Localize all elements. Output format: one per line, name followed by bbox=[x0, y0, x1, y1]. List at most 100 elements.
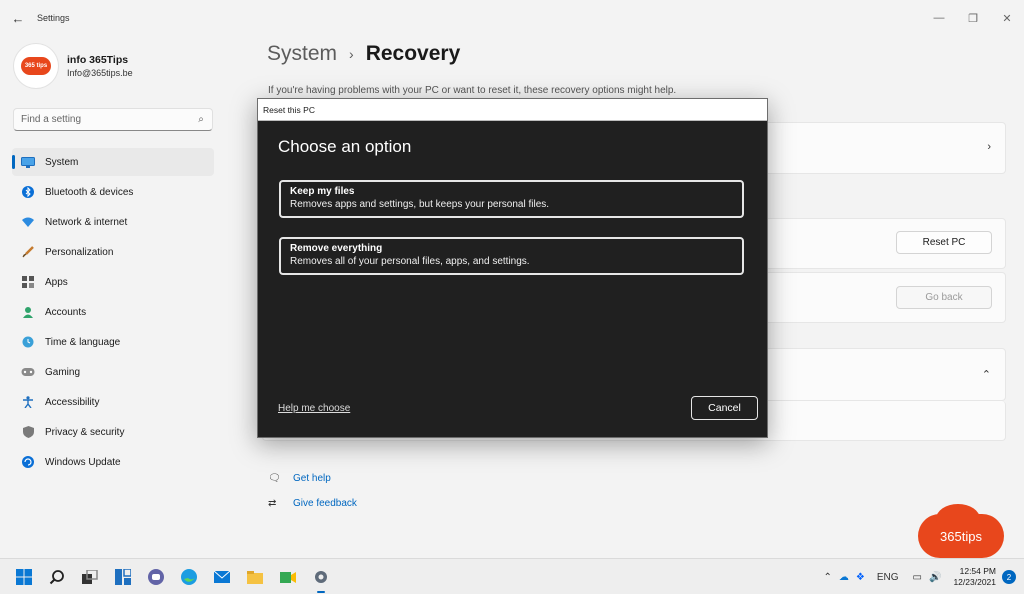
option-title: Remove everything bbox=[290, 243, 383, 254]
sidebar-item-label: Windows Update bbox=[45, 456, 121, 468]
cancel-button[interactable]: Cancel bbox=[691, 396, 758, 420]
language-indicator[interactable]: ENG bbox=[877, 572, 899, 583]
person-icon bbox=[20, 304, 36, 320]
avatar: 365 tips bbox=[14, 44, 58, 88]
sidebar-item-label: System bbox=[45, 156, 79, 168]
edge-icon[interactable] bbox=[177, 565, 201, 589]
notification-badge[interactable]: 2 bbox=[1002, 570, 1016, 584]
close-icon[interactable]: ✕ bbox=[990, 0, 1024, 36]
breadcrumb-parent[interactable]: System bbox=[267, 42, 337, 66]
minimize-icon[interactable]: — bbox=[922, 0, 956, 36]
back-arrow-icon: ← bbox=[11, 10, 25, 26]
accessibility-icon bbox=[20, 394, 36, 410]
page-description: If you're having problems with your PC o… bbox=[268, 85, 677, 96]
sidebar-item-label: Accounts bbox=[45, 306, 87, 318]
dropbox-icon[interactable]: ❖ bbox=[856, 572, 865, 583]
sidebar-item-label: Bluetooth & devices bbox=[45, 186, 134, 198]
give-feedback-label: Give feedback bbox=[293, 498, 357, 509]
windows-start-icon[interactable] bbox=[12, 565, 36, 589]
sidebar-item-label: Apps bbox=[45, 276, 68, 288]
display-icon[interactable]: ▭ bbox=[913, 572, 922, 583]
watermark-text: 365tips bbox=[940, 528, 982, 544]
sidebar-item-label: Personalization bbox=[45, 246, 114, 258]
feedback-icon: ⇄ bbox=[268, 498, 277, 509]
back-button[interactable]: ← bbox=[0, 0, 36, 36]
chevron-right-icon: › bbox=[987, 141, 991, 153]
monitor-icon bbox=[20, 154, 36, 170]
profile-email: Info@365tips.be bbox=[67, 68, 133, 78]
sidebar-item-bluetooth[interactable]: Bluetooth & devices bbox=[12, 178, 214, 206]
wifi-icon bbox=[20, 214, 36, 230]
sidebar-item-label: Time & language bbox=[45, 336, 121, 348]
search-box[interactable]: ⌕ bbox=[13, 108, 213, 131]
keep-my-files-option[interactable]: Keep my files Removes apps and settings,… bbox=[279, 180, 744, 218]
dialog-title-bar: Reset this PC bbox=[258, 99, 767, 121]
search-icon[interactable]: ⌕ bbox=[190, 114, 212, 125]
sidebar-item-label: Network & internet bbox=[45, 216, 128, 228]
sidebar-item-personalization[interactable]: Personalization bbox=[12, 238, 214, 266]
sidebar-item-label: Privacy & security bbox=[45, 426, 125, 438]
option-description: Removes apps and settings, but keeps you… bbox=[290, 199, 550, 210]
gamepad-icon bbox=[20, 364, 36, 380]
sidebar-item-gaming[interactable]: Gaming bbox=[12, 358, 214, 386]
settings-icon[interactable] bbox=[309, 565, 333, 593]
taskbar-apps bbox=[12, 565, 342, 593]
help-chat-icon: 🗨 bbox=[268, 473, 281, 484]
app-title: Settings bbox=[37, 13, 70, 23]
sidebar-item-privacy[interactable]: Privacy & security bbox=[12, 418, 214, 446]
reset-pc-dialog: Reset this PC Choose an option Keep my f… bbox=[257, 98, 768, 438]
taskbar: ⌃ ☁ ❖ ENG ▭ 🔊 12:54 PM 12/23/2021 2 bbox=[0, 558, 1024, 594]
help-me-choose-link[interactable]: Help me choose bbox=[278, 403, 350, 414]
go-back-button[interactable]: Go back bbox=[896, 286, 992, 309]
clock[interactable]: 12:54 PM 12/23/2021 bbox=[953, 566, 996, 588]
option-title: Keep my files bbox=[290, 186, 355, 197]
profile-name: info 365Tips bbox=[67, 54, 129, 66]
option-description: Removes all of your personal files, apps… bbox=[290, 256, 530, 267]
task-view-icon[interactable] bbox=[78, 565, 102, 589]
sidebar-item-accessibility[interactable]: Accessibility bbox=[12, 388, 214, 416]
clock-date: 12/23/2021 bbox=[953, 577, 996, 587]
sidebar-item-time-language[interactable]: Time & language bbox=[12, 328, 214, 356]
sidebar-item-accounts[interactable]: Accounts bbox=[12, 298, 214, 326]
onedrive-icon[interactable]: ☁ bbox=[839, 572, 849, 583]
dialog-heading: Choose an option bbox=[278, 137, 412, 156]
brush-icon bbox=[20, 244, 36, 260]
avatar-logo: 365 tips bbox=[21, 57, 51, 75]
get-help-label: Get help bbox=[293, 473, 331, 484]
give-feedback-link[interactable]: ⇄ Give feedback bbox=[268, 491, 357, 516]
window-controls: — ❐ ✕ bbox=[922, 0, 1024, 36]
mail-icon[interactable] bbox=[210, 565, 234, 589]
chevron-up-icon[interactable]: ⌃ bbox=[824, 572, 832, 583]
sidebar-item-system[interactable]: System bbox=[12, 148, 214, 176]
meet-icon[interactable] bbox=[276, 565, 300, 589]
file-explorer-icon[interactable] bbox=[243, 565, 267, 589]
sidebar-item-windows-update[interactable]: Windows Update bbox=[12, 448, 214, 476]
remove-everything-option[interactable]: Remove everything Removes all of your pe… bbox=[279, 237, 744, 275]
sidebar-item-label: Gaming bbox=[45, 366, 81, 378]
bluetooth-icon bbox=[20, 184, 36, 200]
sidebar-item-apps[interactable]: Apps bbox=[12, 268, 214, 296]
sidebar-item-label: Accessibility bbox=[45, 396, 100, 408]
update-icon bbox=[20, 454, 36, 470]
shield-icon bbox=[20, 424, 36, 440]
reset-pc-button[interactable]: Reset PC bbox=[896, 231, 992, 254]
breadcrumb-separator: › bbox=[349, 46, 354, 62]
user-profile[interactable]: 365 tips info 365Tips Info@365tips.be bbox=[14, 44, 133, 88]
teams-chat-icon[interactable] bbox=[144, 565, 168, 589]
search-icon[interactable] bbox=[45, 565, 69, 589]
restore-icon[interactable]: ❐ bbox=[956, 0, 990, 36]
breadcrumb: System › Recovery bbox=[267, 42, 460, 66]
help-links: 🗨 Get help ⇄ Give feedback bbox=[268, 466, 357, 516]
search-input[interactable] bbox=[21, 114, 190, 125]
365tips-watermark-logo: 365tips bbox=[918, 504, 1004, 558]
chevron-up-icon: ⌃ bbox=[981, 369, 991, 381]
apps-icon bbox=[20, 274, 36, 290]
clock-time: 12:54 PM bbox=[959, 566, 996, 576]
sidebar-nav: System Bluetooth & devices Network & int… bbox=[12, 148, 214, 478]
system-tray: ⌃ ☁ ❖ ENG ▭ 🔊 12:54 PM 12/23/2021 2 bbox=[817, 559, 1016, 594]
page-title: Recovery bbox=[365, 42, 461, 65]
volume-icon[interactable]: 🔊 bbox=[929, 572, 941, 583]
sidebar-item-network[interactable]: Network & internet bbox=[12, 208, 214, 236]
widgets-icon[interactable] bbox=[111, 565, 135, 589]
get-help-link[interactable]: 🗨 Get help bbox=[268, 466, 357, 491]
